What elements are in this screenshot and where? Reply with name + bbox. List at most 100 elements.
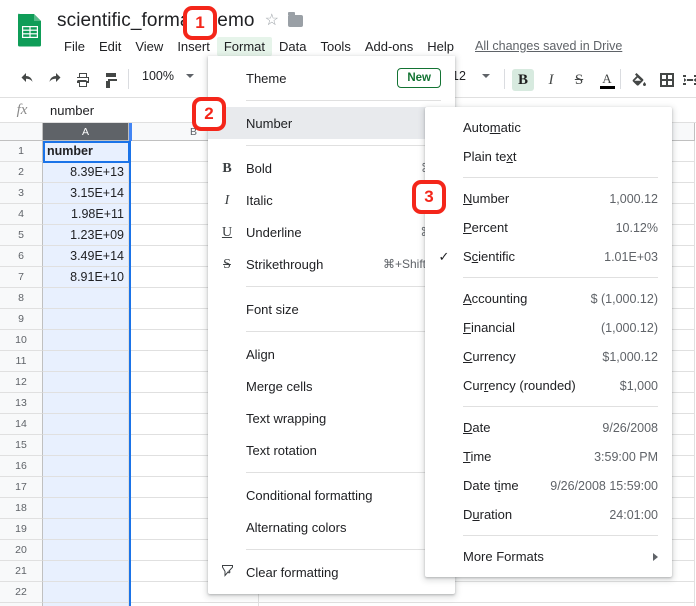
formula-input[interactable]: number xyxy=(44,103,94,118)
row-header[interactable]: 10 xyxy=(0,330,43,351)
cell-a21[interactable] xyxy=(43,561,129,582)
row-header[interactable]: 11 xyxy=(0,351,43,372)
number-format-item-accounting[interactable]: Accounting $ (1,000.12) xyxy=(425,284,672,313)
cell-a11[interactable] xyxy=(43,351,129,372)
annotation-badge-3: 3 xyxy=(412,180,446,214)
row-header[interactable]: 14 xyxy=(0,414,43,435)
row-header[interactable]: 7 xyxy=(0,267,43,288)
page-title[interactable]: scientific_format_demo xyxy=(57,10,255,32)
cell-a14[interactable] xyxy=(43,414,129,435)
row-header[interactable]: 20 xyxy=(0,540,43,561)
row-header[interactable]: 5 xyxy=(0,225,43,246)
format-menu-item-font-size[interactable]: Font size xyxy=(208,293,455,325)
row-header[interactable]: 18 xyxy=(0,498,43,519)
cell-a2[interactable]: 8.39E+13 xyxy=(43,162,129,183)
borders-icon[interactable] xyxy=(656,69,678,91)
number-format-item-date-time[interactable]: Date time 9/26/2008 15:59:00 xyxy=(425,471,672,500)
format-menu-item-underline[interactable]: UUnderline⌘U xyxy=(208,216,455,248)
menu-item-file[interactable]: File xyxy=(57,37,92,56)
cell-a19[interactable] xyxy=(43,519,129,540)
cell-a4[interactable]: 1.98E+11 xyxy=(43,204,129,225)
number-format-item-number[interactable]: Number 1,000.12 xyxy=(425,184,672,213)
row-header[interactable]: 4 xyxy=(0,204,43,225)
row-header[interactable]: 6 xyxy=(0,246,43,267)
cell-a10[interactable] xyxy=(43,330,129,351)
save-status[interactable]: All changes saved in Drive xyxy=(475,39,622,53)
menu-item-view[interactable]: View xyxy=(128,37,170,56)
bold-button[interactable]: B xyxy=(512,69,534,91)
format-menu-item-theme[interactable]: Theme New xyxy=(208,62,455,94)
menu-item-edit[interactable]: Edit xyxy=(92,37,128,56)
redo-icon[interactable] xyxy=(44,69,66,91)
number-format-item-currency[interactable]: Currency $1,000.12 xyxy=(425,342,672,371)
row-header[interactable]: 12 xyxy=(0,372,43,393)
format-menu-item-conditional-formatting[interactable]: Conditional formatting xyxy=(208,479,455,511)
format-menu-item-text-wrapping[interactable]: Text wrapping xyxy=(208,402,455,434)
italic-button[interactable]: I xyxy=(540,69,562,91)
fill-color-icon[interactable] xyxy=(628,69,650,91)
menu-item-add-ons[interactable]: Add-ons xyxy=(358,37,420,56)
format-menu-item-merge-cells[interactable]: Merge cells xyxy=(208,370,455,402)
format-menu-item-bold[interactable]: BBold⌘B xyxy=(208,152,455,184)
cell-a9[interactable] xyxy=(43,309,129,330)
text-color-button[interactable]: A xyxy=(596,69,618,91)
merge-cells-icon[interactable] xyxy=(680,69,696,91)
number-format-item-more-formats[interactable]: More Formats xyxy=(425,542,672,571)
menu-item-help[interactable]: Help xyxy=(420,37,461,56)
row-header[interactable]: 15 xyxy=(0,435,43,456)
number-format-item-percent[interactable]: Percent 10.12% xyxy=(425,213,672,242)
row-header[interactable]: 21 xyxy=(0,561,43,582)
row-header[interactable]: 1 xyxy=(0,141,43,162)
cell-a3[interactable]: 3.15E+14 xyxy=(43,183,129,204)
cell-a17[interactable] xyxy=(43,477,129,498)
cell-a5[interactable]: 1.23E+09 xyxy=(43,225,129,246)
undo-icon[interactable] xyxy=(16,69,38,91)
format-menu-item-alternating-colors[interactable]: Alternating colors xyxy=(208,511,455,543)
row-header[interactable]: 3 xyxy=(0,183,43,204)
menu-item-data[interactable]: Data xyxy=(272,37,313,56)
strikethrough-button[interactable]: S xyxy=(568,69,590,91)
column-header-a[interactable]: A xyxy=(43,123,129,141)
cell-a8[interactable] xyxy=(43,288,129,309)
format-menu-item-align[interactable]: Align xyxy=(208,338,455,370)
row-header[interactable]: 2 xyxy=(0,162,43,183)
print-icon[interactable] xyxy=(72,69,94,91)
zoom-selector[interactable]: 100% xyxy=(142,69,194,83)
row-header[interactable]: 9 xyxy=(0,309,43,330)
number-format-item-scientific[interactable]: ✓ Scientific 1.01E+03 xyxy=(425,242,672,271)
cell-a7[interactable]: 8.91E+10 xyxy=(43,267,129,288)
select-all-corner[interactable] xyxy=(0,123,43,141)
cell-a12[interactable] xyxy=(43,372,129,393)
cell-a15[interactable] xyxy=(43,435,129,456)
number-format-item-time[interactable]: Time 3:59:00 PM xyxy=(425,442,672,471)
cell-a13[interactable] xyxy=(43,393,129,414)
menu-item-tools[interactable]: Tools xyxy=(313,37,357,56)
cell-a16[interactable] xyxy=(43,456,129,477)
format-menu-item-clear-formatting[interactable]: Clear formatting⌘\ xyxy=(208,556,455,588)
star-icon[interactable]: ☆ xyxy=(265,13,279,29)
font-size-selector[interactable]: 12 xyxy=(452,69,490,83)
format-menu-item-number[interactable]: Number xyxy=(208,107,455,139)
cell-a6[interactable]: 3.49E+14 xyxy=(43,246,129,267)
cell-a20[interactable] xyxy=(43,540,129,561)
format-menu-item-text-rotation[interactable]: Text rotation xyxy=(208,434,455,466)
cell-a22[interactable] xyxy=(43,582,129,603)
folder-icon[interactable] xyxy=(287,12,303,27)
number-format-item-currency-rounded-[interactable]: Currency (rounded) $1,000 xyxy=(425,371,672,400)
number-format-item-date[interactable]: Date 9/26/2008 xyxy=(425,413,672,442)
row-header[interactable]: 13 xyxy=(0,393,43,414)
row-header[interactable]: 17 xyxy=(0,477,43,498)
number-format-item-plain-text[interactable]: Plain text xyxy=(425,142,672,171)
number-format-item-duration[interactable]: Duration 24:01:00 xyxy=(425,500,672,529)
format-menu-item-strikethrough[interactable]: S Strikethrough ⌘+Shift+X xyxy=(208,248,455,280)
number-format-item-automatic[interactable]: Automatic xyxy=(425,113,672,142)
row-header[interactable]: 16 xyxy=(0,456,43,477)
cell-a18[interactable] xyxy=(43,498,129,519)
menu-item-format[interactable]: Format xyxy=(216,36,272,56)
paint-format-icon[interactable] xyxy=(100,69,122,91)
cell-a1[interactable]: number xyxy=(43,141,129,162)
number-format-item-financial[interactable]: Financial (1,000.12) xyxy=(425,313,672,342)
row-header[interactable]: 19 xyxy=(0,519,43,540)
row-header[interactable]: 8 xyxy=(0,288,43,309)
row-header[interactable]: 22 xyxy=(0,582,43,603)
